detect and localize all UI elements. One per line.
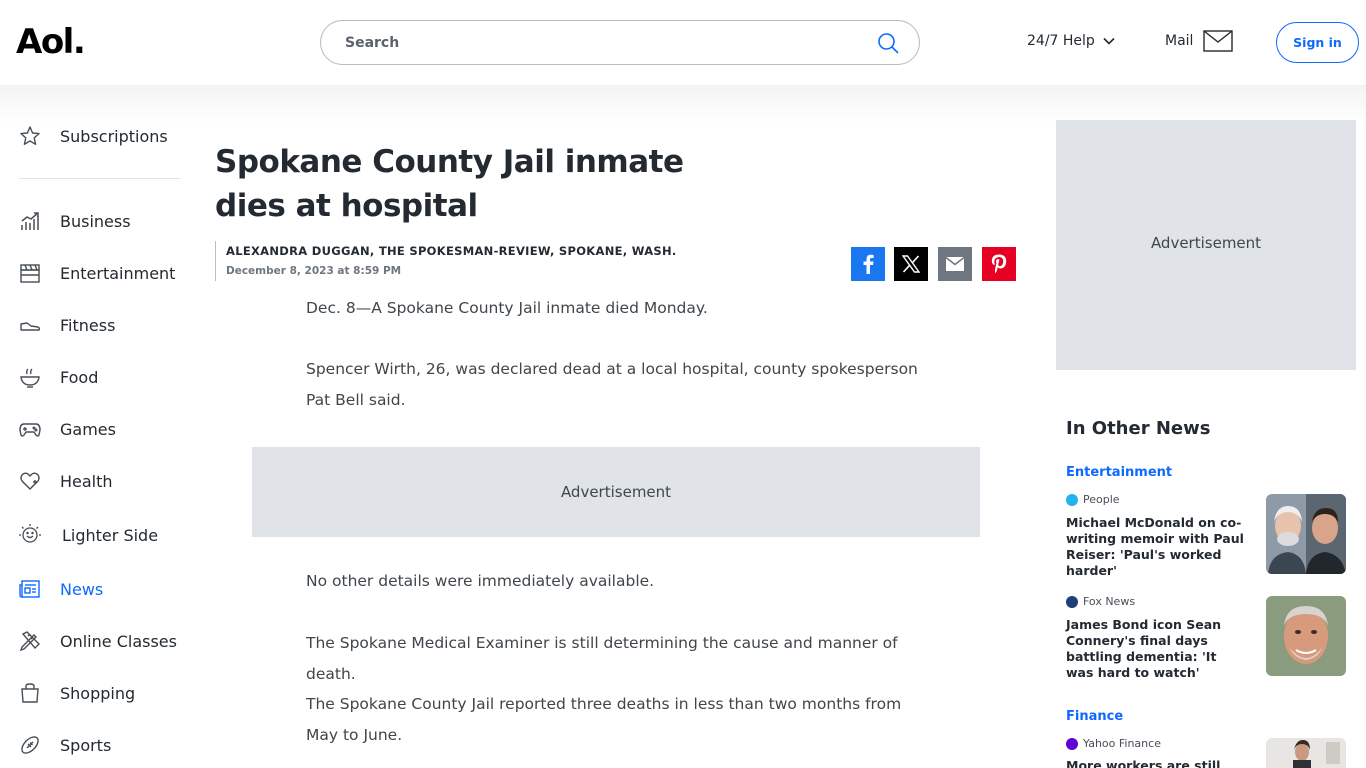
help-label: 24/7 Help [1027,33,1095,49]
aol-logo[interactable]: Aol. [16,22,86,62]
story-source: Yahoo Finance [1066,737,1161,750]
star-icon [18,124,42,148]
sidebar-item-label: Fitness [60,315,116,335]
top-header: Aol. 24/7 Help Mail Sign in [0,0,1366,85]
share-email-button[interactable] [938,247,972,281]
story-thumbnail[interactable] [1266,738,1346,768]
article-paragraph: The Spokane Medical Examiner is still de… [306,634,898,683]
sidebar-item-label: News [60,579,104,599]
sidebar-item-label: Lighter Side [62,525,159,545]
search-box[interactable] [320,20,920,65]
header-shadow [0,85,1366,123]
fox-news-logo-icon [1066,595,1078,608]
search-input[interactable] [345,21,865,64]
mail-link[interactable]: Mail [1165,30,1234,52]
heart-icon [18,469,42,493]
sign-in-button[interactable]: Sign in [1276,22,1359,63]
sidebar-item-label: Entertainment [60,263,176,283]
sidebar-item-label: Food [60,367,99,387]
sidebar-item-label: Shopping [60,683,136,703]
article-paragraph: Dec. 8—A Spokane County Jail inmate died… [306,299,708,317]
inline-advertisement[interactable]: Advertisement [252,447,980,537]
chevron-down-icon [1103,37,1115,45]
clapperboard-icon [18,261,42,285]
sidebar-item-label: Health [60,471,113,491]
shoe-icon [18,313,42,337]
pinterest-icon [991,254,1007,274]
bag-icon [18,681,42,705]
share-x-button[interactable] [894,247,928,281]
story-headline[interactable]: James Bond icon Sean Connery's final day… [1066,617,1244,681]
story-headline[interactable]: Michael McDonald on co-writing memoir wi… [1066,515,1244,579]
story-source-label: People [1083,493,1120,506]
sidebar-divider [19,178,180,179]
sidebar-item-lighter-side[interactable]: Lighter Side [18,520,188,550]
story-thumbnail[interactable] [1266,596,1346,676]
article-date: December 8, 2023 at 8:59 PM [226,265,402,277]
sidebar-item-subscriptions[interactable]: Subscriptions [18,121,188,151]
article-title: Spokane County Jail inmate dies at hospi… [215,144,684,224]
sidebar-item-sports[interactable]: Sports [18,730,188,760]
sidebar-item-food[interactable]: Food [18,362,188,392]
envelope-icon [1203,30,1234,52]
people-logo-icon [1066,493,1078,506]
facebook-icon [863,254,874,274]
article-author: ALEXANDRA DUGGAN, THE SPOKESMAN-REVIEW, … [226,244,677,258]
sidebar-item-label: Online Classes [60,631,177,651]
sidebar-item-label: Business [60,211,131,231]
sidebar-item-label: Games [60,419,116,439]
byline: ALEXANDRA DUGGAN, THE SPOKESMAN-REVIEW, … [215,241,677,281]
sidebar-item-games[interactable]: Games [18,414,188,444]
bowl-icon [18,365,42,389]
story-source-label: Fox News [1083,595,1136,608]
category-link-entertainment[interactable]: Entertainment [1066,465,1172,480]
x-icon [902,255,920,273]
right-advertisement[interactable]: Advertisement [1056,120,1356,370]
category-link-finance[interactable]: Finance [1066,709,1123,724]
newspaper-icon [18,577,42,601]
mail-label: Mail [1165,33,1194,49]
story-headline[interactable]: More workers are still [1066,758,1244,768]
article-paragraph: The Spokane County Jail reported three d… [306,695,902,744]
story-source: People [1066,493,1120,506]
article-paragraph: No other details were immediately availa… [306,572,655,590]
football-icon [18,733,42,757]
sidebar-item-label: Sports [60,735,112,755]
gamepad-icon [18,417,42,441]
sidebar-item-health[interactable]: Health [18,466,188,496]
email-icon [946,257,964,271]
in-other-news-title: In Other News [1066,418,1211,439]
pencil-ruler-icon [18,629,42,653]
sidebar-item-news[interactable]: News [18,574,188,604]
story-thumbnail[interactable] [1266,494,1346,574]
share-facebook-button[interactable] [851,247,885,281]
sidebar-item-shopping[interactable]: Shopping [18,678,188,708]
article-paragraph: Spencer Wirth, 26, was declared dead at … [306,360,918,409]
chart-icon [18,209,42,233]
sidebar-item-business[interactable]: Business [18,206,188,236]
story-source: Fox News [1066,595,1135,608]
yahoo-finance-logo-icon [1066,737,1078,750]
share-pinterest-button[interactable] [982,247,1016,281]
help-menu[interactable]: 24/7 Help [1027,33,1115,49]
smile-icon [18,523,42,547]
sidebar-item-label: Subscriptions [60,126,168,146]
sidebar-item-online-classes[interactable]: Online Classes [18,626,188,656]
sidebar-item-entertainment[interactable]: Entertainment [18,258,188,288]
sidebar-item-fitness[interactable]: Fitness [18,310,188,340]
story-source-label: Yahoo Finance [1083,737,1161,750]
search-icon[interactable] [877,32,899,54]
